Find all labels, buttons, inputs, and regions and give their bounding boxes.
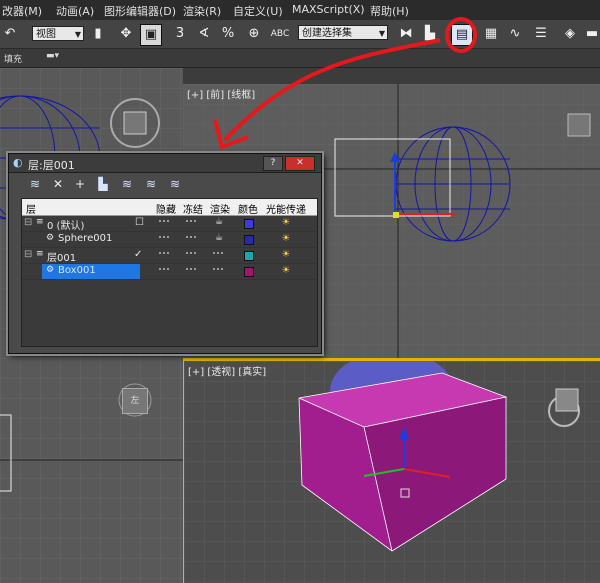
named-selection-dropdown[interactable]: 创建选择集 ▼ [298, 25, 388, 40]
render-setup-icon[interactable]: ▬ [582, 24, 600, 44]
menu-graph-editors[interactable]: 图形编辑器(D) [104, 3, 176, 19]
object-name[interactable]: Box001 [58, 265, 96, 276]
layer-stack-icon: ≡ [36, 249, 44, 259]
layer-name[interactable]: 层001 [47, 249, 76, 264]
collapse-icon[interactable]: ⊟ [24, 217, 32, 228]
graphite-ribbon-icon[interactable]: ▦ [481, 24, 501, 44]
main-toolbar: ↶ 视图 ▼ ▮ ✥ ▣ 3 ∢ % ⊕ ABC 创建选择集 ▼ ⧓ ▙ ▤ ▦… [0, 20, 600, 49]
percent-snap-icon[interactable]: % [218, 24, 238, 44]
menu-help[interactable]: 帮助(H) [370, 3, 409, 19]
reference-coord-value: 视图 [36, 29, 56, 40]
box-front-outline [334, 138, 451, 217]
layer-dialog-title: 层:层001 [28, 159, 75, 172]
layer-list-header: 层 隐藏 冻结 渲染 颜色 光能传递 [22, 199, 317, 216]
pivot-icon[interactable]: ▮ [88, 24, 108, 44]
col-radiosity[interactable]: 光能传递 [266, 201, 306, 216]
layer-stack-icon: ≡ [36, 217, 44, 227]
close-button[interactable]: ✕ [285, 156, 315, 171]
menu-rendering[interactable]: 渲染(R) [183, 3, 221, 19]
layer-color-swatch[interactable] [244, 251, 254, 261]
select-in-layer-icon[interactable]: ▙ [95, 176, 111, 192]
freeze-toggle[interactable] [186, 252, 196, 255]
named-selection-value: 创建选择集 [302, 28, 352, 39]
spinner-snap-icon[interactable]: ⊕ [244, 24, 264, 44]
left-viewport-scene [0, 383, 183, 492]
layer-color-swatch[interactable] [244, 235, 254, 245]
help-button[interactable]: ? [263, 156, 283, 171]
fill-label: 填充 [4, 55, 23, 65]
mirror-icon[interactable]: ⧓ [396, 24, 416, 44]
menu-maxscript[interactable]: MAXScript(X) [292, 3, 365, 16]
hide-toggle[interactable] [159, 268, 169, 271]
app-logo-icon: ◐ [13, 156, 23, 169]
new-layer-icon[interactable]: ≋ [27, 176, 43, 192]
select-manipulate-icon[interactable]: ▣ [140, 24, 162, 46]
edit-named-selections-icon[interactable]: ABC [270, 24, 290, 44]
layer-color-swatch[interactable] [244, 267, 254, 277]
layer-dialog: ◐ 层:层001 ? ✕ ≋ ✕ + ▙ ≋ ≋ ≋ 层 隐藏 冻结 渲染 颜色… [8, 153, 322, 354]
ribbon-options-icon[interactable]: ▬▾ [46, 51, 59, 61]
add-to-layer-icon[interactable]: + [72, 176, 88, 192]
hide-toggle[interactable] [159, 220, 169, 223]
radiosity-light-icon[interactable]: ☀ [280, 248, 292, 261]
freeze-toggle[interactable] [186, 220, 196, 223]
schematic-view-icon[interactable]: ☰ [531, 24, 551, 44]
col-layer[interactable]: 层 [26, 201, 36, 216]
delete-layer-icon[interactable]: ✕ [50, 176, 66, 192]
render-teapot-icon[interactable]: ☕ [215, 233, 223, 243]
active-layer-checkbox[interactable]: ☐ [135, 217, 144, 228]
align-icon[interactable]: ▙ [420, 24, 440, 44]
perspective-scene [298, 361, 580, 552]
radiosity-light-icon[interactable]: ☀ [280, 264, 292, 277]
freeze-toggle[interactable] [186, 236, 196, 239]
move-icon[interactable]: ✥ [116, 24, 136, 44]
menu-bar: 改器(M) 动画(A) 图形编辑器(D) 渲染(R) 自定义(U) MAXScr… [0, 0, 600, 21]
menu-customize[interactable]: 自定义(U) [233, 3, 283, 19]
col-color[interactable]: 颜色 [238, 201, 258, 216]
chevron-down-icon: ▼ [378, 29, 385, 38]
menu-modifiers[interactable]: 改器(M) [2, 3, 42, 19]
layer-row-default[interactable]: ⊟ ≡ 0 (默认) ☐ ☕ ☀ [22, 216, 317, 232]
menu-animation[interactable]: 动画(A) [56, 3, 94, 19]
hide-all-layers-icon[interactable]: ≋ [143, 176, 159, 192]
render-teapot-icon[interactable]: ☕ [215, 217, 223, 227]
active-layer-check[interactable]: ✓ [134, 249, 142, 260]
collapse-icon[interactable]: ⊟ [24, 249, 32, 260]
layer-name[interactable]: 0 (默认) [47, 217, 84, 232]
viewport-left[interactable]: 左 [0, 358, 183, 583]
layer-row-layer001[interactable]: ⊟ ≡ 层001 ✓ ☀ [22, 248, 317, 264]
ribbon-bar: 填充 ▬▾ [0, 49, 600, 68]
material-editor-icon[interactable]: ◈ [560, 24, 580, 44]
layer-list: 层 隐藏 冻结 渲染 颜色 光能传递 ⊟ ≡ 0 (默认) ☐ ☕ ☀ ⚙ Sp… [21, 198, 318, 347]
snap-toggle-icon[interactable]: 3 [170, 24, 190, 44]
col-render[interactable]: 渲染 [210, 201, 230, 216]
reference-coord-dropdown[interactable]: 视图 ▼ [32, 26, 84, 41]
object-teapot-icon: ⚙ [46, 233, 55, 243]
chevron-down-icon: ▼ [74, 30, 81, 39]
render-toggle[interactable] [213, 268, 223, 271]
freeze-toggle[interactable] [186, 268, 196, 271]
object-teapot-icon: ⚙ [46, 265, 55, 275]
radiosity-light-icon[interactable]: ☀ [280, 216, 292, 229]
angle-snap-icon[interactable]: ∢ [194, 24, 214, 44]
col-hide[interactable]: 隐藏 [156, 201, 176, 216]
undo-icon[interactable]: ↶ [0, 24, 20, 44]
layer-dialog-titlebar[interactable]: ◐ 层:层001 ? ✕ [9, 154, 321, 173]
hide-toggle[interactable] [159, 236, 169, 239]
viewport-perspective[interactable]: [+] [透视] [真实] [183, 358, 600, 583]
render-toggle[interactable] [213, 252, 223, 255]
curve-editor-icon[interactable]: ∿ [505, 24, 525, 44]
radiosity-light-icon[interactable]: ☀ [280, 232, 292, 245]
highlight-layer-icon[interactable]: ≋ [119, 176, 135, 192]
object-name[interactable]: Sphere001 [58, 233, 112, 244]
col-freeze[interactable]: 冻结 [183, 201, 203, 216]
layer-row-sphere001[interactable]: ⚙ Sphere001 ☕ ☀ [22, 232, 317, 248]
layer-manager-icon[interactable]: ▤ [451, 24, 473, 46]
freeze-all-layers-icon[interactable]: ≋ [167, 176, 183, 192]
hide-toggle[interactable] [159, 252, 169, 255]
layer-row-box001[interactable]: ⚙ Box001 ☀ [22, 264, 317, 280]
layer-color-swatch[interactable] [244, 219, 254, 229]
viewcube-left[interactable]: 左 [122, 388, 148, 414]
